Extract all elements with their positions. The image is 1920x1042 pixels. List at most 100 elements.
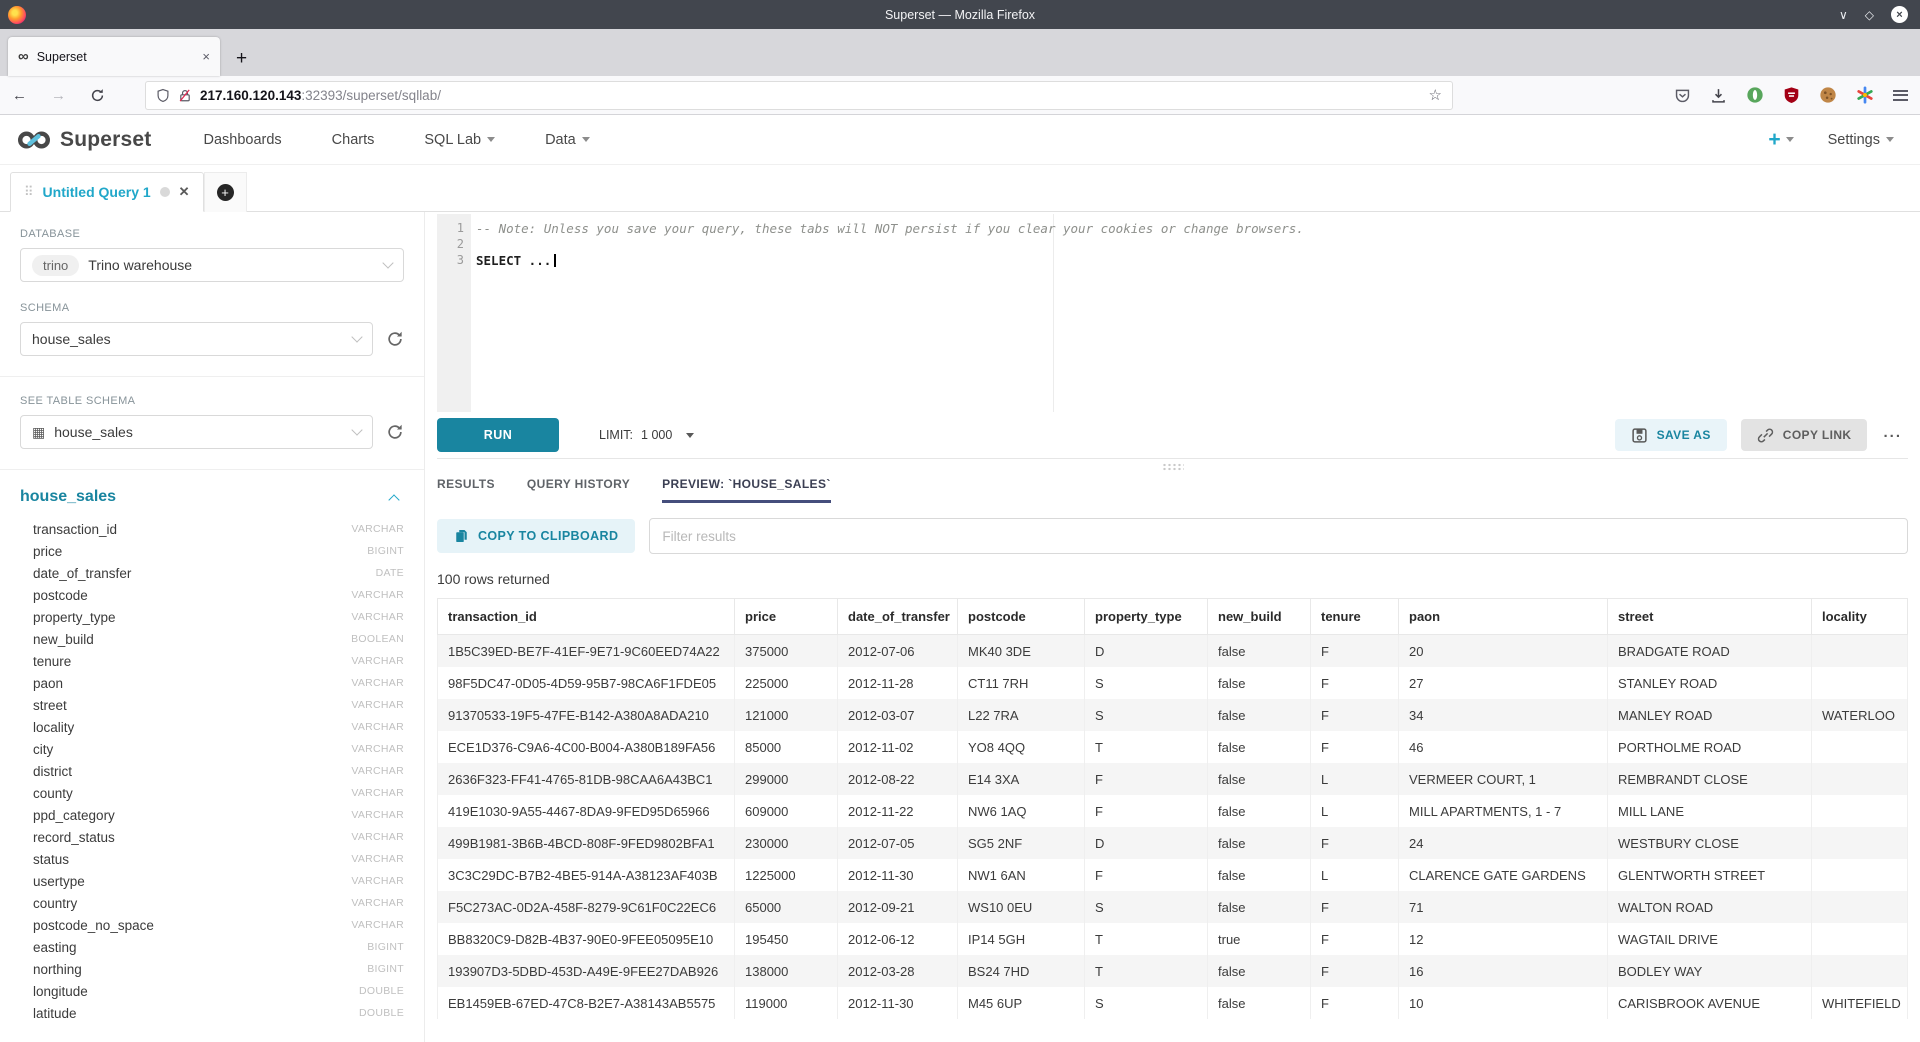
forward-button[interactable]: → xyxy=(51,88,66,103)
table-cell: 46 xyxy=(1399,731,1608,763)
ublock-icon[interactable] xyxy=(1783,86,1800,104)
column-header[interactable]: tenure xyxy=(1311,599,1399,635)
download-icon[interactable] xyxy=(1710,87,1727,104)
refresh-table-button[interactable] xyxy=(386,423,404,441)
schema-column-row[interactable]: postcode_no_spaceVARCHAR xyxy=(20,914,404,936)
column-header[interactable]: locality xyxy=(1812,599,1908,635)
bookmark-star-icon[interactable]: ☆ xyxy=(1429,86,1442,104)
new-item-button[interactable]: + xyxy=(1768,128,1793,152)
add-query-tab-button[interactable]: + xyxy=(217,184,234,201)
schema-column-row[interactable]: longitudeDOUBLE xyxy=(20,980,404,1002)
refresh-schema-button[interactable] xyxy=(386,330,404,348)
nav-item-sql-lab[interactable]: SQL Lab xyxy=(424,132,495,148)
sql-statement: SELECT ... xyxy=(471,253,551,268)
table-select[interactable]: ▦ house_sales xyxy=(20,415,373,449)
schema-column-row[interactable]: usertypeVARCHAR xyxy=(20,870,404,892)
schema-column-row[interactable]: cityVARCHAR xyxy=(20,738,404,760)
pocket-icon[interactable] xyxy=(1674,87,1691,104)
tab-close-icon[interactable]: × xyxy=(202,49,210,64)
copy-to-clipboard-button[interactable]: COPY TO CLIPBOARD xyxy=(437,519,635,553)
chevron-up-icon[interactable] xyxy=(388,494,399,505)
schema-column-row[interactable]: streetVARCHAR xyxy=(20,694,404,716)
url-bar[interactable]: 217.160.120.143:32393/superset/sqllab/ ☆ xyxy=(145,81,1453,110)
new-tab-button[interactable]: + xyxy=(236,49,247,68)
window-minimize-button[interactable]: ∨ xyxy=(1839,9,1848,21)
back-button[interactable]: ← xyxy=(12,88,27,103)
table-cell: 2012-07-06 xyxy=(838,635,958,668)
table-cell: 375000 xyxy=(735,635,838,668)
results-table: transaction_idpricedate_of_transferpostc… xyxy=(437,598,1908,1019)
table-cell: L xyxy=(1311,859,1399,891)
window-maximize-button[interactable]: ◇ xyxy=(1865,9,1874,21)
schema-column-row[interactable]: northingBIGINT xyxy=(20,958,404,980)
shield-icon[interactable] xyxy=(156,88,170,103)
schema-column-row[interactable]: countryVARCHAR xyxy=(20,892,404,914)
tab-preview-house-sales[interactable]: PREVIEW: `HOUSE_SALES` xyxy=(662,477,831,503)
schema-column-row[interactable]: statusVARCHAR xyxy=(20,848,404,870)
schema-column-row[interactable]: priceBIGINT xyxy=(20,540,404,562)
query-tab-active[interactable]: ⠿ Untitled Query 1 ✕ xyxy=(10,172,204,212)
table-cell: 2636F323-FF41-4765-81DB-98CAA6A43BC1 xyxy=(438,763,735,795)
table-cell: F xyxy=(1311,891,1399,923)
schema-column-row[interactable]: districtVARCHAR xyxy=(20,760,404,782)
tab-results[interactable]: RESULTS xyxy=(437,477,495,503)
reload-button[interactable] xyxy=(90,88,105,103)
column-header[interactable]: postcode xyxy=(958,599,1085,635)
schema-column-row[interactable]: tenureVARCHAR xyxy=(20,650,404,672)
url-text[interactable]: 217.160.120.143:32393/superset/sqllab/ xyxy=(200,88,1421,103)
schema-column-row[interactable]: postcodeVARCHAR xyxy=(20,584,404,606)
schema-column-row[interactable]: date_of_transferDATE xyxy=(20,562,404,584)
drag-handle-icon[interactable]: ⠿ xyxy=(24,184,34,200)
table-cell: 1225000 xyxy=(735,859,838,891)
column-name: northing xyxy=(33,962,82,977)
window-close-button[interactable]: × xyxy=(1891,6,1908,23)
query-tab-close-icon[interactable]: ✕ xyxy=(179,184,190,200)
asterisk-extension-icon[interactable] xyxy=(1856,86,1874,104)
tab-query-history[interactable]: QUERY HISTORY xyxy=(527,477,630,503)
schema-column-row[interactable]: latitudeDOUBLE xyxy=(20,1002,404,1024)
privacy-extension-icon[interactable] xyxy=(1746,86,1764,104)
nav-item-dashboards[interactable]: Dashboards xyxy=(203,132,281,148)
schema-column-row[interactable]: paonVARCHAR xyxy=(20,672,404,694)
schema-select[interactable]: house_sales xyxy=(20,322,373,356)
menu-icon[interactable] xyxy=(1893,90,1908,101)
table-cell: false xyxy=(1208,891,1311,923)
column-type: VARCHAR xyxy=(351,699,404,711)
column-header[interactable]: street xyxy=(1608,599,1812,635)
pane-resize-handle[interactable] xyxy=(437,459,1908,473)
lock-insecure-icon[interactable] xyxy=(178,88,192,103)
schema-column-row[interactable]: record_statusVARCHAR xyxy=(20,826,404,848)
chevron-down-icon xyxy=(582,137,590,142)
column-header[interactable]: new_build xyxy=(1208,599,1311,635)
cookie-icon[interactable] xyxy=(1819,86,1837,104)
schema-column-row[interactable]: ppd_categoryVARCHAR xyxy=(20,804,404,826)
superset-infinity-icon xyxy=(16,128,52,152)
browser-tab[interactable]: ∞ Superset × xyxy=(8,37,220,76)
schema-column-row[interactable]: transaction_idVARCHAR xyxy=(20,518,404,540)
sql-editor[interactable]: 1 -- Note: Unless you save your query, t… xyxy=(437,214,1908,412)
schema-column-row[interactable]: property_typeVARCHAR xyxy=(20,606,404,628)
column-header[interactable]: price xyxy=(735,599,838,635)
settings-menu[interactable]: Settings xyxy=(1828,132,1894,148)
limit-dropdown[interactable]: LIMIT: 1 000 xyxy=(599,428,694,442)
filter-results-input[interactable] xyxy=(649,518,1908,554)
more-actions-button[interactable]: ... xyxy=(1881,424,1908,447)
nav-item-data[interactable]: Data xyxy=(545,132,590,148)
schema-table-title[interactable]: house_sales xyxy=(20,488,116,506)
column-header[interactable]: date_of_transfer xyxy=(838,599,958,635)
column-header[interactable]: transaction_id xyxy=(438,599,735,635)
save-as-button[interactable]: SAVE AS xyxy=(1615,419,1727,451)
results-actions: COPY TO CLIPBOARD xyxy=(437,518,1908,554)
query-tab-bar: ⠿ Untitled Query 1 ✕ + xyxy=(0,165,1920,212)
superset-logo[interactable]: Superset xyxy=(16,128,151,152)
column-header[interactable]: property_type xyxy=(1085,599,1208,635)
schema-column-row[interactable]: localityVARCHAR xyxy=(20,716,404,738)
run-button[interactable]: RUN xyxy=(437,418,559,452)
column-header[interactable]: paon xyxy=(1399,599,1608,635)
schema-column-row[interactable]: countyVARCHAR xyxy=(20,782,404,804)
database-select[interactable]: trino Trino warehouse xyxy=(20,248,404,282)
schema-column-row[interactable]: eastingBIGINT xyxy=(20,936,404,958)
nav-item-charts[interactable]: Charts xyxy=(332,132,375,148)
copy-link-button[interactable]: COPY LINK xyxy=(1741,419,1868,451)
schema-column-row[interactable]: new_buildBOOLEAN xyxy=(20,628,404,650)
